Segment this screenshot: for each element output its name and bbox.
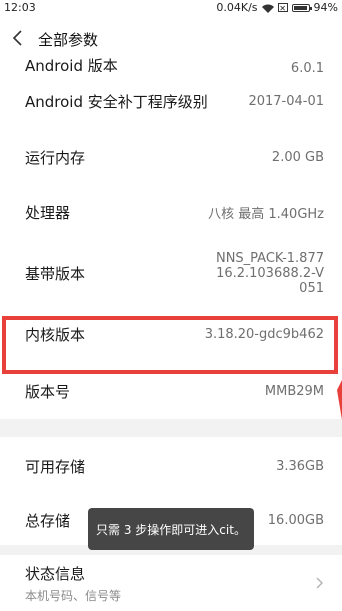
row-label: Android 安全补丁程序级别 <box>25 92 208 111</box>
row-label: Android 版本 <box>25 57 118 72</box>
status-icons: 0.04K/s ✕ 94% <box>216 1 338 14</box>
page-title: 全部参数 <box>38 31 99 49</box>
annotation-arrow <box>337 380 342 420</box>
row-label: 状态信息 <box>25 564 86 583</box>
row-label: 基带版本 <box>25 264 86 283</box>
row-value: 2.00 GB <box>271 149 324 165</box>
row-processor[interactable]: 处理器 八核 最高 1.40GHz <box>0 184 342 241</box>
battery-fill <box>293 5 307 10</box>
row-value: 6.0.1 <box>290 61 324 72</box>
toast-message: 只需 3 步操作即可进入cit。 <box>88 508 254 550</box>
row-label: 运行内存 <box>25 148 86 167</box>
row-subtitle: 本机号码、信号等 <box>25 588 122 603</box>
row-value: 16.00GB <box>267 512 324 528</box>
row-android-version[interactable]: Android 版本 6.0.1 <box>0 56 342 72</box>
wifi-icon <box>261 3 274 13</box>
row-available-storage[interactable]: 可用存储 3.36GB <box>0 437 342 495</box>
battery-icon <box>291 3 312 12</box>
row-value: NNS_PACK-1.87716.2.103688.2-V051 <box>215 250 324 296</box>
row-text-stack: 状态信息 本机号码、信号等 <box>25 563 121 604</box>
row-security-patch[interactable]: Android 安全补丁程序级别 2017-04-01 <box>0 72 342 130</box>
kernel-highlight-box <box>2 316 338 374</box>
section-divider <box>0 419 342 437</box>
back-button[interactable] <box>8 26 28 50</box>
row-label: 版本号 <box>25 382 71 401</box>
row-status-info[interactable]: 状态信息 本机号码、信号等 <box>0 555 342 611</box>
status-bar: 12:03 0.04K/s ✕ 94% <box>0 0 342 16</box>
row-label: 处理器 <box>25 204 71 222</box>
chevron-right-icon <box>316 577 323 589</box>
row-ram[interactable]: 运行内存 2.00 GB <box>0 130 342 184</box>
header: 全部参数 <box>0 22 342 56</box>
chevron-left-icon <box>12 30 22 46</box>
network-speed: 0.04K/s <box>216 1 258 14</box>
row-value: 八核 最高 1.40GHz <box>208 207 324 222</box>
row-value: MMB29M <box>264 383 324 399</box>
row-label: 可用存储 <box>25 457 86 476</box>
status-time: 12:03 <box>4 1 36 14</box>
battery-percent: 94% <box>313 1 338 14</box>
row-value: 2017-04-01 <box>248 93 324 109</box>
no-sim-icon: ✕ <box>277 3 288 13</box>
row-baseband[interactable]: 基带版本 NNS_PACK-1.87716.2.103688.2-V051 <box>0 241 342 305</box>
row-value: 3.36GB <box>276 458 324 474</box>
row-label: 总存储 <box>25 511 71 530</box>
